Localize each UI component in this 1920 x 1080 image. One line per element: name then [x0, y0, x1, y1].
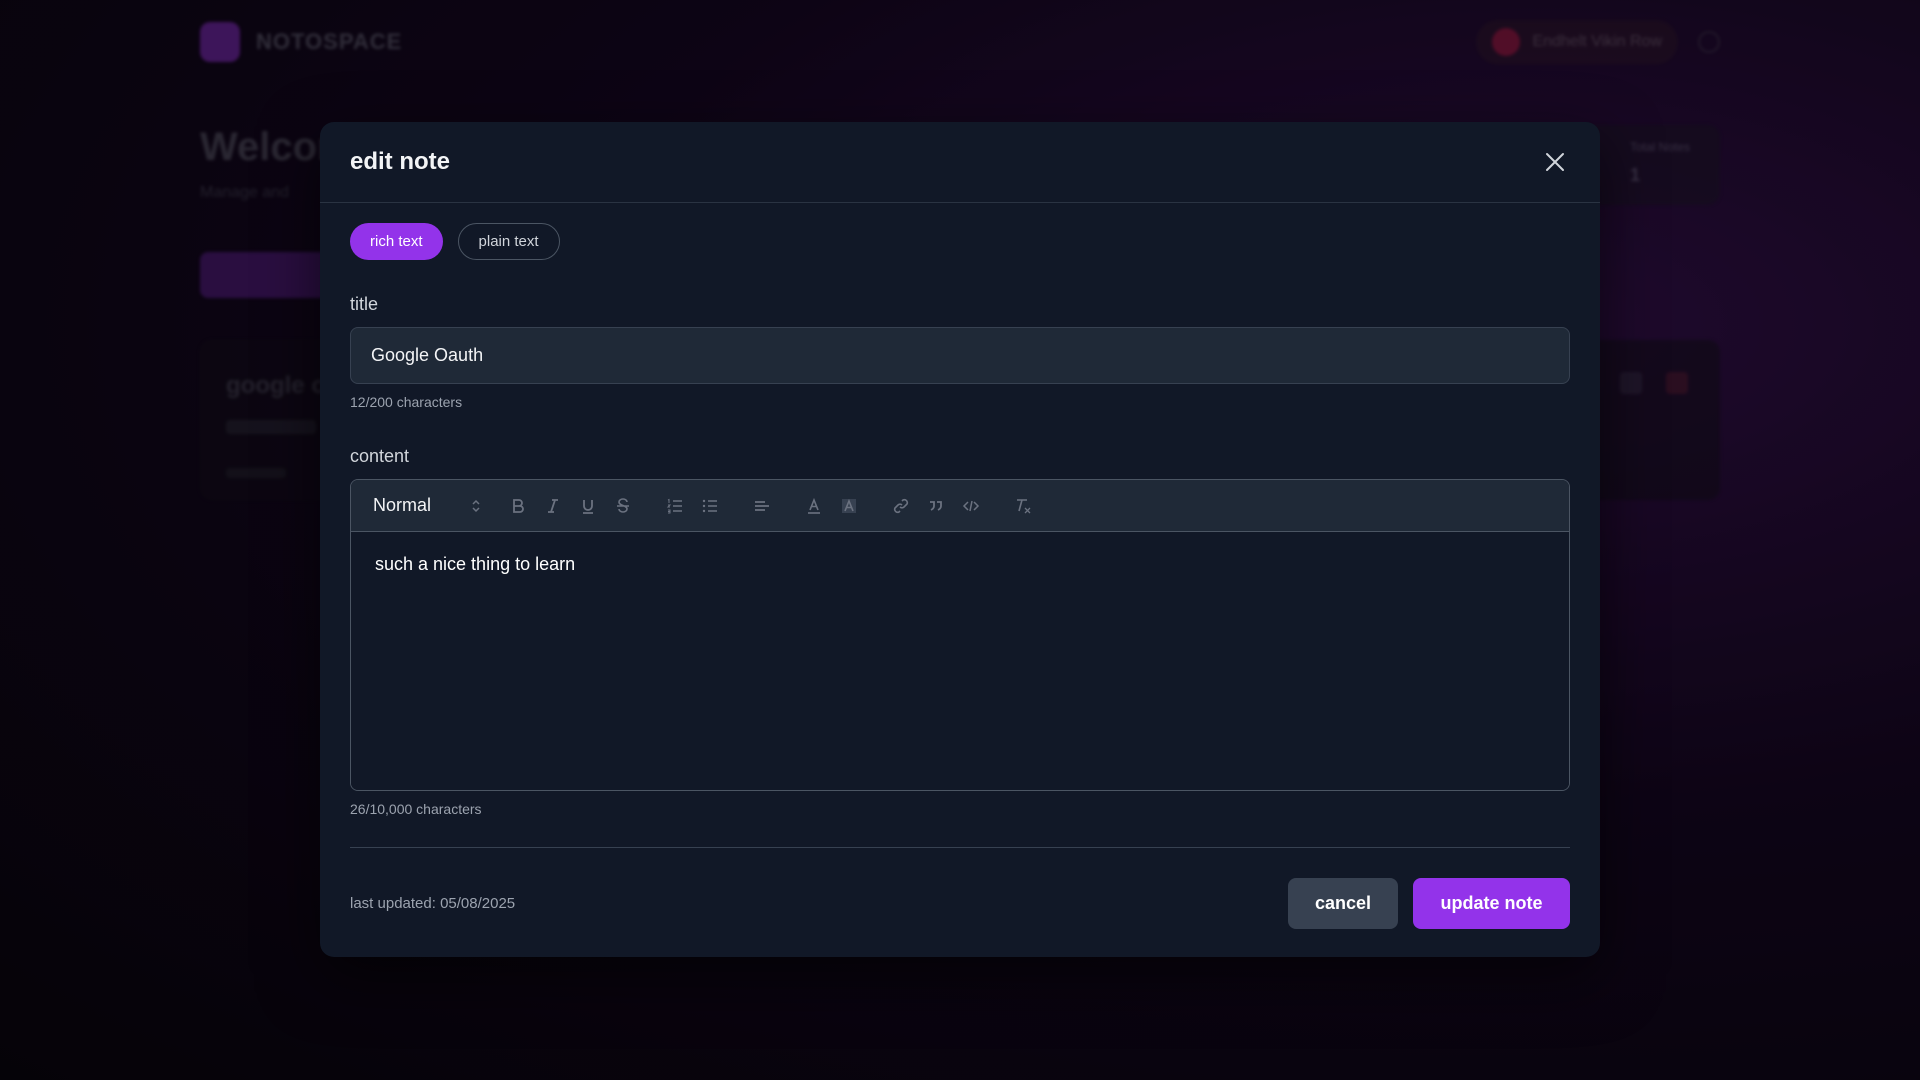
update-note-button[interactable]: update note: [1413, 878, 1570, 929]
title-input[interactable]: [350, 327, 1570, 384]
modal-body: rich text plain text title 12/200 charac…: [320, 203, 1600, 929]
format-select-value: Normal: [373, 495, 432, 515]
ordered-list-icon[interactable]: [664, 495, 686, 517]
tab-rich-text[interactable]: rich text: [350, 223, 443, 260]
editor-toolbar: Normal: [351, 480, 1569, 532]
quote-icon[interactable]: [925, 495, 947, 517]
text-color-icon[interactable]: [803, 495, 825, 517]
footer-buttons: cancel update note: [1288, 878, 1570, 929]
cancel-button[interactable]: cancel: [1288, 878, 1398, 929]
code-icon[interactable]: [960, 495, 982, 517]
italic-icon[interactable]: [542, 495, 564, 517]
link-icon[interactable]: [890, 495, 912, 517]
bullet-list-icon[interactable]: [699, 495, 721, 517]
modal-footer: last updated: 05/08/2025 cancel update n…: [350, 878, 1570, 929]
content-label: content: [350, 446, 410, 466]
title-label: title: [350, 294, 379, 314]
close-icon: [1546, 153, 1564, 171]
modal-header: edit note: [320, 122, 1600, 203]
rich-text-editor: Normal such a nice thing to learn: [350, 479, 1570, 791]
bold-icon[interactable]: [507, 495, 529, 517]
last-updated: last updated: 05/08/2025: [350, 895, 516, 912]
editor-text: such a nice thing to learn: [375, 554, 576, 574]
strike-icon[interactable]: [612, 495, 634, 517]
toolbar-text-style: [507, 495, 634, 517]
background-color-icon[interactable]: [838, 495, 860, 517]
toolbar-lists: [664, 495, 721, 517]
clear-format-icon[interactable]: [1012, 495, 1034, 517]
content-char-count: 26/10,000 characters: [350, 801, 482, 817]
tab-plain-text[interactable]: plain text: [457, 223, 560, 260]
sort-arrows-icon: [472, 499, 480, 512]
align-icon[interactable]: [751, 495, 773, 517]
underline-icon[interactable]: [577, 495, 599, 517]
toolbar-clear: [1012, 495, 1034, 517]
toolbar-align: [751, 495, 773, 517]
toolbar-colors: [803, 495, 860, 517]
footer-divider: [350, 847, 1570, 848]
edit-note-modal: edit note rich text plain text title 12/…: [320, 122, 1600, 957]
modal-title: edit note: [350, 148, 450, 175]
title-char-count: 12/200 characters: [350, 394, 463, 410]
toolbar-insert: [890, 495, 982, 517]
mode-tabs: rich text plain text: [350, 223, 1570, 260]
editor-content[interactable]: such a nice thing to learn: [351, 532, 1569, 790]
format-select[interactable]: Normal: [373, 495, 481, 516]
close-button[interactable]: [1540, 147, 1570, 177]
